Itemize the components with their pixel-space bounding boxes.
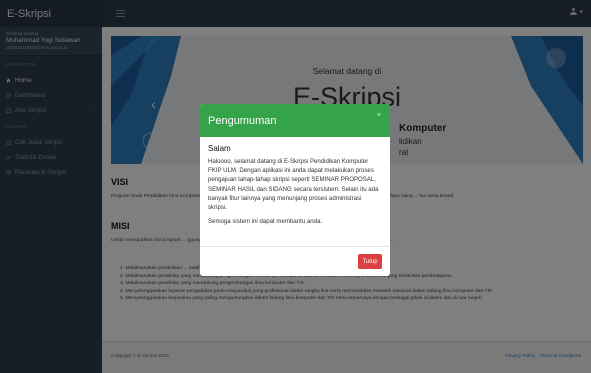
modal-text: Haloooo, selamat datang di E-Skripsi Pen… xyxy=(208,158,379,212)
modal-title: Pengumuman xyxy=(208,114,277,127)
modal-body: Salam Haloooo, selamat datang di E-Skrip… xyxy=(200,137,390,225)
modal-note: Semoga sistem ini dapat membantu anda. xyxy=(208,218,323,226)
modal-header: Pengumuman × xyxy=(200,104,390,137)
modal-heading: Salam xyxy=(208,144,231,153)
modal-footer: Tutup xyxy=(200,246,390,276)
announcement-modal: Pengumuman × Salam Haloooo, selamat data… xyxy=(200,104,390,276)
close-button[interactable]: Tutup xyxy=(358,254,382,269)
close-icon[interactable]: × xyxy=(377,112,381,119)
